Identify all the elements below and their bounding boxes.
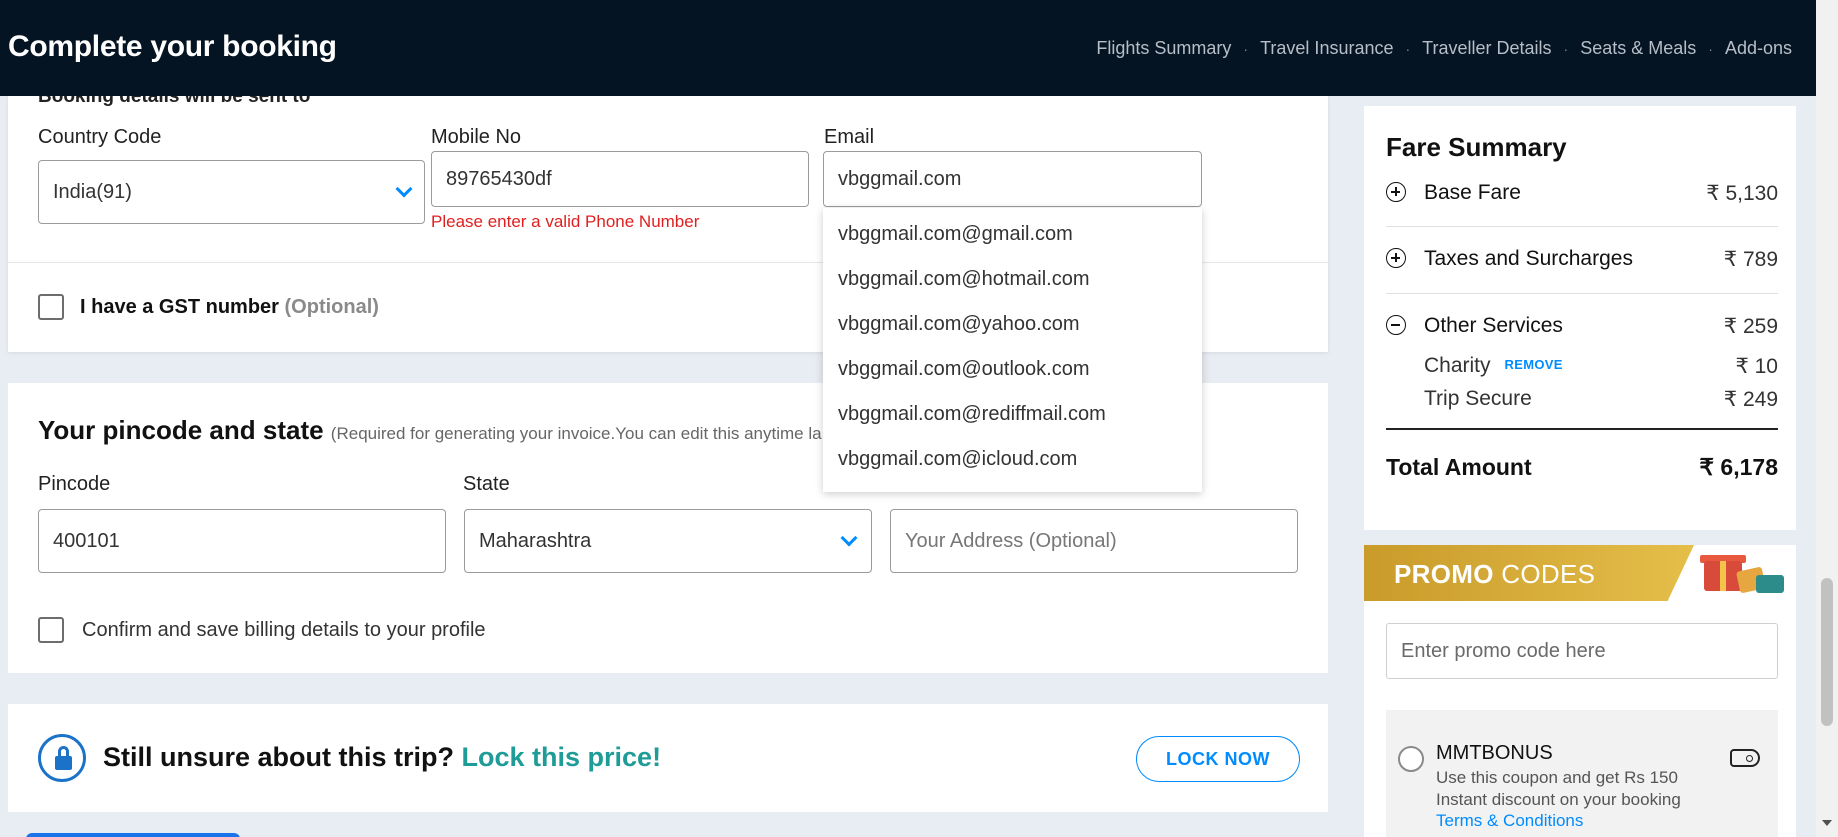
- scrollbar-thumb[interactable]: [1821, 578, 1833, 726]
- mobile-label: Mobile No: [431, 126, 522, 148]
- taxes-amount: ₹ 789: [1723, 248, 1778, 271]
- step-separator: ·: [1708, 40, 1713, 57]
- pincode-input[interactable]: 400101: [38, 509, 446, 573]
- mobile-error: Please enter a valid Phone Number: [431, 212, 700, 231]
- taxes-row[interactable]: Taxes and Surcharges ₹ 789: [1386, 247, 1778, 271]
- gst-label: I have a GST number (Optional): [80, 296, 379, 319]
- step-flights-summary[interactable]: Flights Summary: [1096, 38, 1231, 59]
- step-seats-meals[interactable]: Seats & Meals: [1580, 38, 1696, 59]
- gst-optional-text: (Optional): [284, 296, 379, 318]
- step-separator: ·: [1563, 40, 1569, 57]
- billing-title-text: Your pincode and state: [38, 415, 324, 445]
- trip-secure-row: Trip Secure ₹ 249: [1424, 387, 1778, 411]
- lock-highlight: Lock this price!: [461, 742, 662, 772]
- coupon-option[interactable]: MMTBONUS Use this coupon and get Rs 150 …: [1386, 710, 1778, 837]
- trip-secure-amount: ₹ 249: [1723, 388, 1778, 411]
- mobile-value: 89765430df: [446, 167, 552, 190]
- step-separator: ·: [1243, 40, 1249, 57]
- email-label: Email: [824, 126, 875, 148]
- country-code-value: India(91): [53, 180, 132, 203]
- state-select[interactable]: Maharashtra: [464, 509, 872, 573]
- step-separator: ·: [1405, 40, 1411, 57]
- address-input[interactable]: Your Address (Optional): [890, 509, 1298, 573]
- gst-label-text: I have a GST number: [80, 296, 279, 318]
- remove-charity-link[interactable]: REMOVE: [1505, 357, 1563, 372]
- base-fare-row[interactable]: Base Fare ₹ 5,130: [1386, 181, 1778, 205]
- fare-summary-card: Fare Summary Base Fare ₹ 5,130 Taxes and…: [1364, 106, 1796, 530]
- lock-price-text: Still unsure about this trip? Lock this …: [103, 742, 661, 773]
- email-suggestion[interactable]: vbggmail.com@rediffmail.com: [823, 400, 1202, 445]
- charity-label: Charity: [1424, 354, 1491, 377]
- chevron-down-icon: [840, 529, 858, 547]
- total-divider: [1386, 428, 1778, 430]
- country-code-select[interactable]: India(91): [38, 160, 425, 224]
- save-billing-label: Confirm and save billing details to your…: [82, 619, 486, 641]
- other-services-row[interactable]: Other Services ₹ 259: [1386, 314, 1778, 338]
- promo-title: PROMO CODES: [1394, 559, 1595, 590]
- billing-subtitle: (Required for generating your invoice.Yo…: [330, 424, 822, 443]
- other-services-amount: ₹ 259: [1723, 315, 1778, 338]
- coupon-description: Use this coupon and get Rs 150 Instant d…: [1436, 768, 1681, 809]
- promo-codes-card: PROMO CODES Enter promo code here MMTBON…: [1364, 545, 1796, 837]
- charity-amount: ₹ 10: [1735, 355, 1778, 378]
- mobile-input[interactable]: 89765430df: [431, 151, 809, 207]
- total-amount-row: Total Amount ₹ 6,178: [1386, 454, 1778, 481]
- lock-price-card: Still unsure about this trip? Lock this …: [8, 704, 1328, 812]
- tag-icon: [1730, 749, 1760, 767]
- scroll-down-arrow-icon[interactable]: [1822, 820, 1832, 826]
- promo-code-placeholder: Enter promo code here: [1401, 639, 1606, 662]
- lock-question: Still unsure about this trip?: [103, 742, 454, 772]
- base-fare-amount: ₹ 5,130: [1706, 182, 1778, 205]
- expand-plus-icon[interactable]: [1386, 182, 1406, 202]
- coupon-radio[interactable]: [1398, 746, 1424, 772]
- billing-title: Your pincode and state (Required for gen…: [38, 415, 822, 446]
- promo-code-input[interactable]: Enter promo code here: [1386, 623, 1778, 679]
- state-value: Maharashtra: [479, 529, 592, 552]
- expand-plus-icon[interactable]: [1386, 248, 1406, 268]
- divider: [1386, 226, 1778, 227]
- step-add-ons[interactable]: Add-ons: [1725, 38, 1792, 59]
- cash-icon: [1756, 575, 1784, 593]
- coupon-code: MMTBONUS: [1436, 742, 1553, 764]
- pincode-label: Pincode: [38, 473, 111, 495]
- address-placeholder: Your Address (Optional): [905, 529, 1117, 552]
- email-suggestion[interactable]: vbggmail.com@yahoo.com: [823, 310, 1202, 355]
- total-label: Total Amount: [1386, 454, 1532, 480]
- email-input[interactable]: vbggmail.com: [823, 151, 1202, 207]
- collapse-minus-icon[interactable]: [1386, 315, 1406, 335]
- promo-banner: PROMO CODES: [1364, 545, 1694, 601]
- save-billing-checkbox[interactable]: [38, 617, 64, 643]
- pincode-value: 400101: [53, 529, 120, 552]
- continue-button[interactable]: [26, 833, 240, 837]
- other-services-label: Other Services: [1424, 314, 1563, 337]
- state-label: State: [463, 473, 510, 495]
- base-fare-label: Base Fare: [1424, 181, 1521, 204]
- taxes-label: Taxes and Surcharges: [1424, 247, 1633, 270]
- trip-secure-label: Trip Secure: [1424, 387, 1532, 410]
- step-travel-insurance[interactable]: Travel Insurance: [1260, 38, 1393, 59]
- email-suggestion[interactable]: vbggmail.com@hotmail.com: [823, 265, 1202, 310]
- top-header: Complete your booking Flights Summary · …: [0, 0, 1816, 96]
- step-traveller-details[interactable]: Traveller Details: [1422, 38, 1551, 59]
- email-suggestion[interactable]: vbggmail.com@outlook.com: [823, 355, 1202, 400]
- email-suggestions-dropdown: vbggmail.com@gmail.com vbggmail.com@hotm…: [823, 208, 1202, 492]
- page-title: Complete your booking: [8, 30, 337, 63]
- email-suggestion[interactable]: vbggmail.com@icloud.com: [823, 445, 1202, 490]
- chevron-down-icon: [395, 180, 413, 198]
- lock-icon: [38, 734, 86, 782]
- email-value: vbggmail.com: [838, 167, 962, 190]
- gst-checkbox[interactable]: [38, 294, 64, 320]
- lock-now-button[interactable]: LOCK NOW: [1136, 736, 1300, 782]
- promo-title-rest: CODES: [1501, 559, 1596, 589]
- booking-steps: Flights Summary · Travel Insurance · Tra…: [1096, 38, 1792, 59]
- divider: [1386, 293, 1778, 294]
- email-suggestion[interactable]: vbggmail.com@gmail.com: [823, 220, 1202, 265]
- terms-conditions-link[interactable]: Terms & Conditions: [1436, 811, 1583, 831]
- total-amount: ₹ 6,178: [1699, 454, 1778, 480]
- country-code-label: Country Code: [38, 126, 162, 148]
- fare-summary-title: Fare Summary: [1386, 132, 1567, 162]
- charity-row: Charity REMOVE ₹ 10: [1424, 354, 1778, 378]
- promo-title-bold: PROMO: [1394, 559, 1494, 589]
